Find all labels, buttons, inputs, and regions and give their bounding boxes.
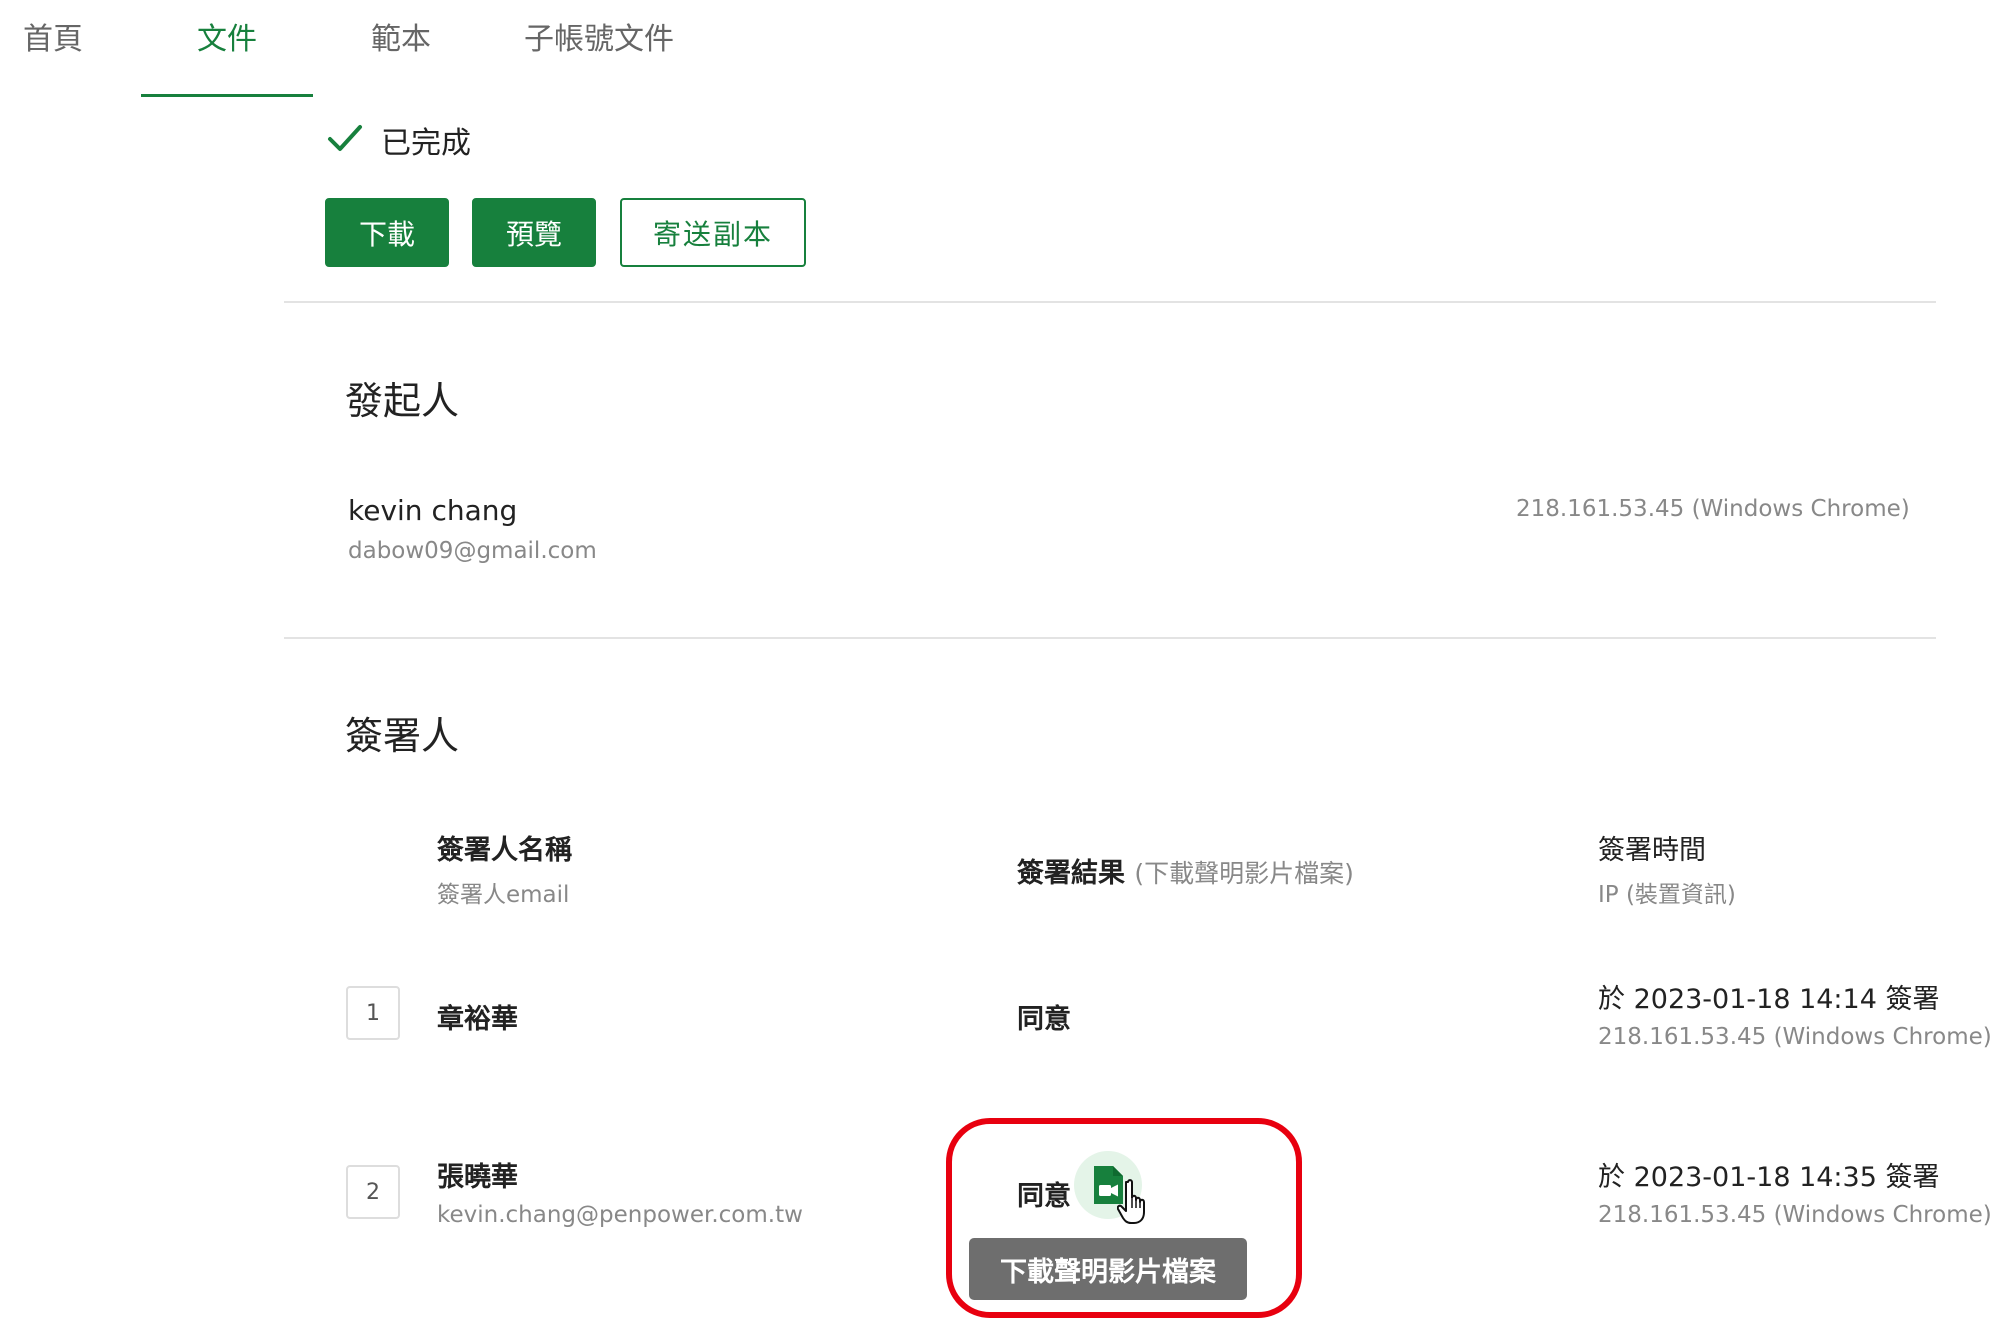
preview-button[interactable]: 預覽: [472, 198, 596, 267]
signer-result: 同意: [1017, 1004, 1071, 1035]
signers-section-title: 簽署人: [345, 714, 460, 758]
active-tab-indicator: [141, 94, 313, 97]
download-button[interactable]: 下載: [325, 198, 449, 267]
status-label: 已完成: [381, 126, 471, 161]
signer-ip: 218.161.53.45 (Windows Chrome): [1598, 1202, 1992, 1228]
divider: [284, 301, 1936, 303]
initiator-section-title: 發起人: [345, 379, 460, 423]
initiator-ip: 218.161.53.45 (Windows Chrome): [1516, 496, 1910, 522]
signer-ip: 218.161.53.45 (Windows Chrome): [1598, 1024, 1992, 1050]
signer-email: kevin.chang@penpower.com.tw: [437, 1202, 803, 1228]
signer-name: 章裕華: [437, 1004, 518, 1035]
highlight-annotation: [946, 1118, 1302, 1318]
header-ip: IP (裝置資訊): [1598, 882, 1736, 908]
tab-templates[interactable]: 範本: [371, 14, 431, 58]
tab-documents[interactable]: 文件: [197, 14, 257, 58]
header-signer-email: 簽署人email: [437, 882, 570, 908]
signer-sign-time: 於 2023-01-18 14:35 簽署: [1598, 1162, 1940, 1193]
initiator-name: kevin chang: [348, 494, 518, 527]
divider: [284, 637, 1936, 639]
header-result-note: (下載聲明影片檔案): [1134, 859, 1354, 888]
tab-home[interactable]: 首頁: [23, 14, 83, 58]
signer-name: 張曉華: [437, 1162, 518, 1193]
header-sign-time: 簽署時間: [1598, 835, 1706, 866]
check-icon: [328, 125, 362, 151]
signer-order-badge: 1: [346, 986, 400, 1040]
initiator-email: dabow09@gmail.com: [348, 538, 597, 564]
send-copy-button[interactable]: 寄送副本: [620, 198, 806, 267]
header-signer-name: 簽署人名稱: [437, 835, 572, 866]
header-result-label: 簽署結果: [1017, 858, 1125, 889]
signer-sign-time: 於 2023-01-18 14:14 簽署: [1598, 984, 1940, 1015]
tab-subaccount-documents[interactable]: 子帳號文件: [524, 14, 674, 58]
header-result: 簽署結果 (下載聲明影片檔案): [1017, 851, 1354, 890]
signer-order-badge: 2: [346, 1165, 400, 1219]
